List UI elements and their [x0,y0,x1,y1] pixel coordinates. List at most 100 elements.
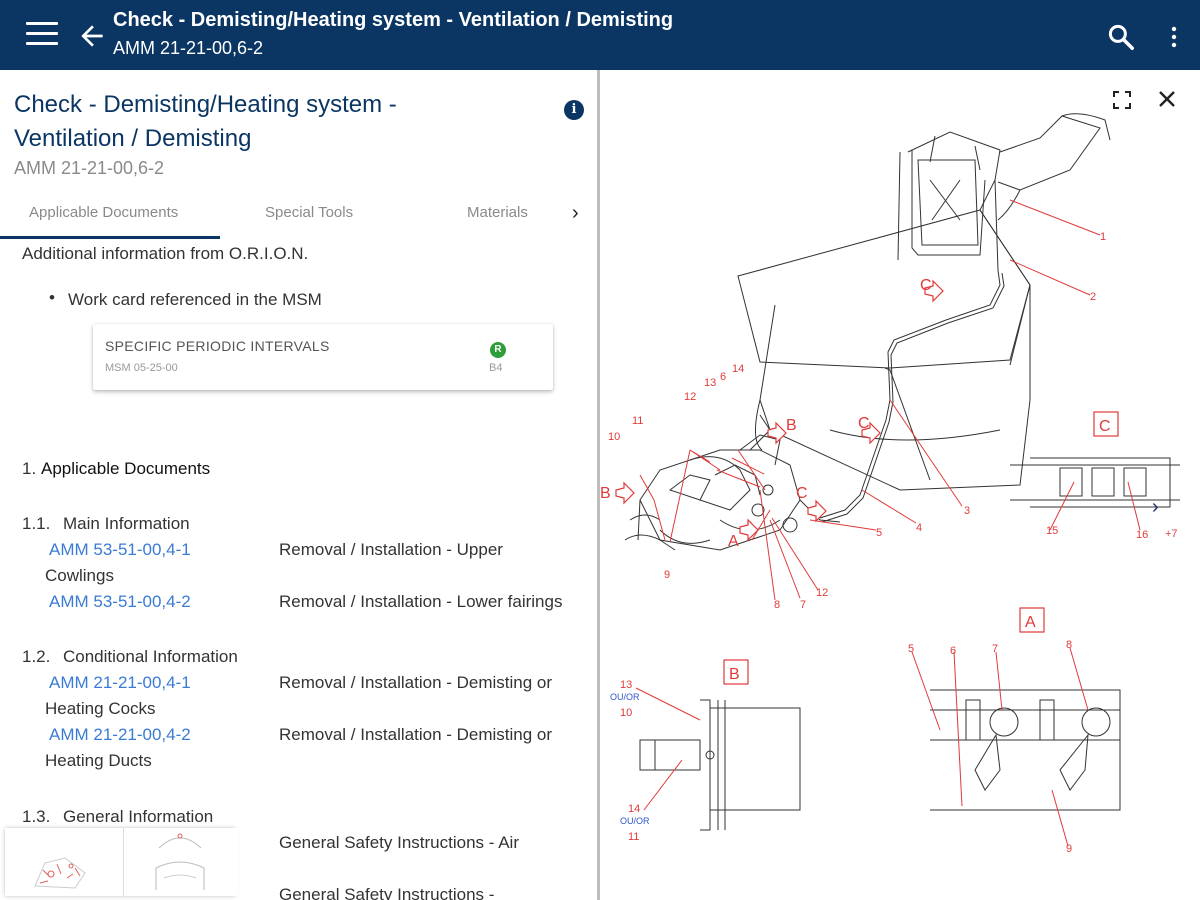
subsection-title: Conditional Information [63,647,238,666]
card-title: SPECIFIC PERIODIC INTERVALS [105,338,330,354]
subsection-title: Main Information [63,514,190,533]
callout-10: 10 [620,707,632,719]
view-pointers [615,279,944,542]
document-description-wrap: Heating Ducts [45,751,152,770]
pointer-label-a: A [728,533,739,550]
chevron-right-icon[interactable]: › [572,202,579,225]
document-link[interactable]: AMM 53-51-00,4-1 [49,540,191,560]
tab-bar: Applicable Documents Special Tools Mater… [0,192,597,240]
pointer-label-c: C [858,415,870,432]
arrow-left-icon[interactable] [76,20,108,52]
callout-14: 14 [732,363,744,375]
thumbnail-drawing [34,857,86,889]
document-link[interactable]: AMM 21-21-00,4-2 [49,725,191,745]
detail-view-a: A 5 6 7 8 9 [908,607,1121,855]
detail-view-b: B 13 OU/OR 10 14 OU/OR 11 [610,659,801,843]
document-description: Removal / Installation - Demisting or [279,673,553,692]
document-description-wrap: Heating Cocks [45,699,156,718]
document-description: Removal / Installation - Demisting or [279,725,553,744]
document-link[interactable]: AMM 21-21-00,4-1 [49,673,191,693]
tab-special-tools[interactable]: Special Tools [265,204,353,221]
search-icon[interactable] [1106,22,1136,52]
callout-1: 1 [1100,231,1106,243]
callout-8: 8 [774,599,780,611]
callout-13: 13 [620,679,632,691]
bullet-dot: • [49,288,55,307]
card-reference: MSM 05-25-00 [105,362,178,374]
detail-note: OU/OR [610,692,640,702]
section-number: 1. [22,459,37,478]
document-title-line2: Ventilation / Demisting [14,125,252,152]
callout-13: 13 [704,377,716,389]
app-bar-title: Check - Demisting/Heating system - Venti… [113,9,674,31]
pointer-arrow [739,518,759,542]
more-figures-count: +7 [1165,528,1178,540]
aircraft-structure-drawing [624,113,1111,551]
maintenance-figure: C C B B C A 1 2 3 4 5 6 7 8 9 10 11 12 1… [600,113,1180,855]
document-link[interactable]: AMM 53-51-00,4-2 [49,592,191,612]
callout-11: 11 [628,831,639,843]
more-vert-icon[interactable] [1164,24,1184,50]
app-bar-subtitle: AMM 21-21-00,6-2 [113,38,264,58]
callout-5: 5 [876,527,882,539]
callout-8: 8 [1066,639,1072,651]
callout-9: 9 [664,569,670,581]
active-tab-indicator [0,236,220,239]
figure-thumbnail-2[interactable] [123,828,238,896]
document-description-wrap: Cowlings [45,566,114,585]
hamburger-menu-icon[interactable] [26,22,58,48]
callout-9: 9 [1066,843,1072,855]
subsection-title: General Information [63,807,214,826]
app-bar: Check - Demisting/Heating system - Venti… [0,0,1200,70]
callout-4: 4 [916,522,922,534]
detail-note: OU/OR [620,816,650,826]
pointer-label-b: B [786,417,797,434]
callout-2: 2 [1090,291,1096,303]
callout-16: 16 [1136,529,1148,541]
pointer-label-c: C [920,277,932,294]
callout-12: 12 [816,587,828,599]
pointer-label-c: C [796,485,808,502]
status-badge: R [490,342,506,358]
pointer-letters: C C B B C A [600,277,932,550]
view-label-b: B [729,666,740,683]
subsection-number: 1.3. [22,807,51,826]
pointer-label-b: B [600,485,611,502]
callout-7: 7 [800,599,806,611]
document-panel: Check - Demisting/Heating system - Venti… [0,70,597,900]
document-description: Removal / Installation - Lower fairings [279,592,563,611]
callout-6: 6 [950,645,956,657]
tab-materials[interactable]: Materials [467,204,528,221]
callout-12: 12 [684,391,696,403]
intro-text: Additional information from O.R.I.O.N. [22,244,309,263]
pointer-arrow [615,481,635,505]
callout-10: 10 [608,431,620,443]
card-code: B4 [489,362,503,374]
callout-3: 3 [964,505,970,517]
callout-5: 5 [908,643,914,655]
view-label-a: A [1025,614,1036,631]
document-description: General Safety Instructions - Air [279,833,519,852]
document-reference: AMM 21-21-00,6-2 [14,158,165,178]
pointer-arrow [807,499,827,523]
bullet-text: Work card referenced in the MSM [68,290,322,309]
callout-15: 15 [1046,525,1058,537]
periodic-interval-card[interactable]: SPECIFIC PERIODIC INTERVALS MSM 05-25-00… [93,324,553,390]
subsection-number: 1.2. [22,647,51,666]
chevron-right-icon[interactable]: › [1152,496,1159,519]
section-heading: Applicable Documents [41,459,211,478]
figure-thumbnail-1[interactable] [5,828,119,896]
pointer-arrow [767,421,787,445]
document-description: General Safety Instructions - [279,885,495,900]
callout-6: 6 [720,371,726,383]
thumbnail-drawing [155,833,205,890]
document-title: Check - Demisting/Heating system - Venti… [14,88,454,156]
tab-applicable-documents[interactable]: Applicable Documents [29,204,178,221]
callout-11: 11 [632,415,643,427]
figure-panel: C C B B C A 1 2 3 4 5 6 7 8 9 10 11 12 1… [600,70,1200,900]
view-label-c: C [1099,418,1111,435]
info-icon[interactable]: i [564,100,584,120]
subsection-number: 1.1. [22,514,51,533]
document-description: Removal / Installation - Upper [279,540,503,559]
callout-14: 14 [628,803,640,815]
